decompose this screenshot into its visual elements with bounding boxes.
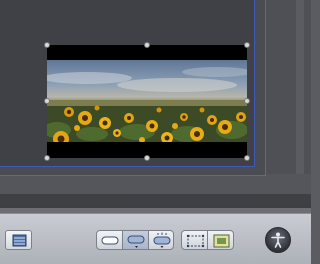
media-panel-button[interactable]: [5, 230, 32, 250]
resize-handle-bottom[interactable]: [144, 155, 150, 161]
canvas-right-margin: [266, 0, 311, 190]
resize-handle-right[interactable]: [244, 98, 250, 104]
resize-handle-top[interactable]: [144, 42, 150, 48]
canvas-right-edge: [296, 0, 304, 190]
resize-handle-bottom-left[interactable]: [44, 155, 50, 161]
rounded-rect-glow-icon: [153, 232, 171, 248]
shape-style-glow-button[interactable]: [148, 230, 174, 250]
resize-handle-top-left[interactable]: [44, 42, 50, 48]
crop-frame-button[interactable]: [181, 230, 208, 250]
canvas-lower-margin: [0, 174, 311, 194]
accessibility-person-icon: [271, 232, 285, 248]
picture-frame-icon: [213, 234, 230, 248]
rounded-rect-icon: [101, 236, 119, 245]
crop-frame-icon: [186, 234, 205, 248]
resize-handle-bottom-right[interactable]: [244, 155, 250, 161]
shape-style-plain-button[interactable]: [96, 230, 123, 250]
sunflower-field-image: [47, 60, 247, 142]
rounded-rect-drop-icon: [127, 235, 145, 248]
media-panel-icon: [12, 234, 27, 247]
accessibility-button[interactable]: [265, 227, 291, 253]
shape-style-shadow-button[interactable]: [122, 230, 149, 250]
resize-handle-left[interactable]: [44, 98, 50, 104]
resize-handle-top-right[interactable]: [244, 42, 250, 48]
selected-video-object[interactable]: [47, 45, 247, 158]
picture-frame-button[interactable]: [207, 230, 234, 250]
